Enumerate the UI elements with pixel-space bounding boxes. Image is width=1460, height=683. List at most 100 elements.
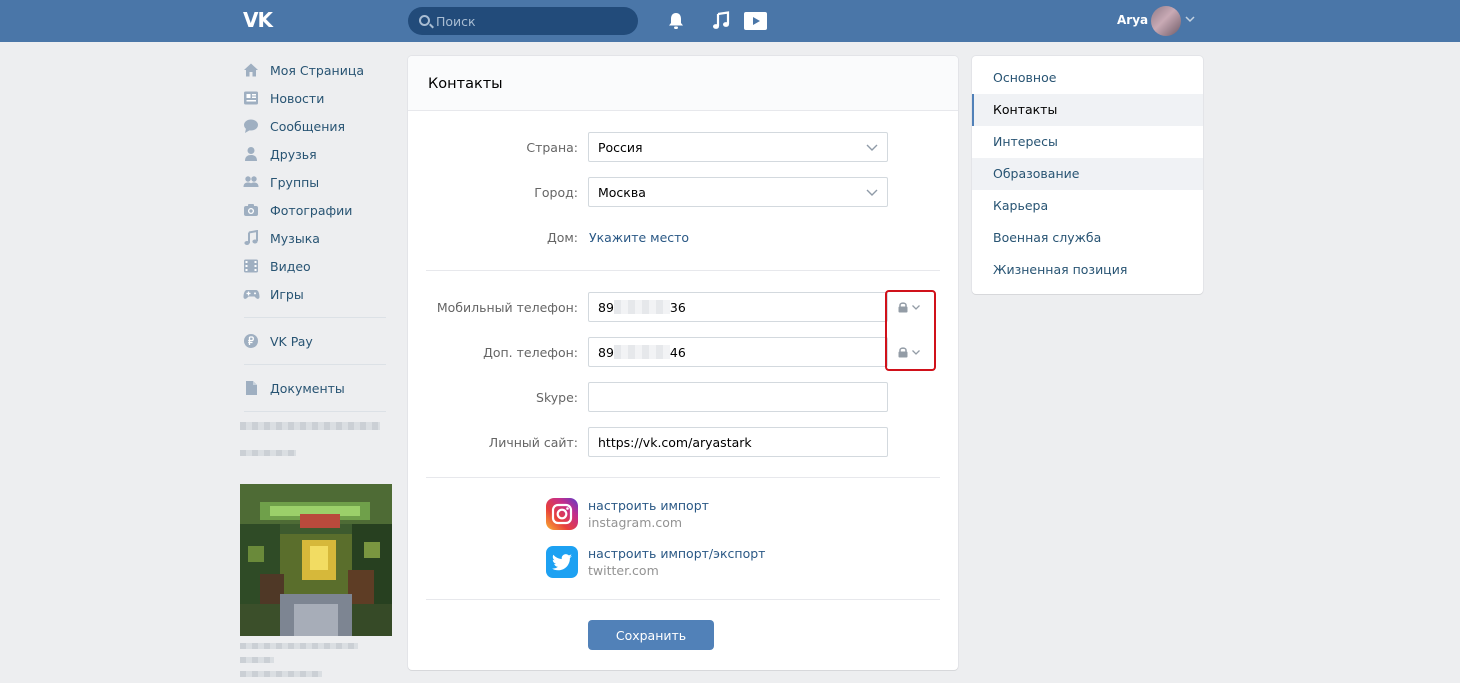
menu-item-basic[interactable]: Основное [972,62,1203,94]
sidebar-item-label: Музыка [270,230,320,246]
blurred-text [240,450,296,456]
card-header: Контакты [408,56,958,111]
sidebar-item-music[interactable]: Музыка [240,224,390,252]
mobile-phone-input[interactable]: 89 36 [588,292,888,322]
sidebar-item-label: Сообщения [270,118,346,134]
sidebar-item-vkpay[interactable]: VK Pay [240,327,390,355]
top-header: VK Arya [0,0,1460,42]
sidebar-item-games[interactable]: Игры [240,280,390,308]
section-divider [426,270,940,271]
blurred-text [240,643,358,649]
menu-item-interests[interactable]: Интересы [972,126,1203,158]
mobile-phone-prefix: 89 [598,300,614,315]
menu-item-life-position[interactable]: Жизненная позиция [972,254,1203,286]
music-icon[interactable] [711,11,731,31]
blurred-text [240,422,380,430]
sidebar-item-video[interactable]: Видео [240,252,390,280]
left-sidebar: Моя Страница Новости Сообщения Друзья Гр… [240,56,390,456]
site-input[interactable]: https://vk.com/aryastark [588,427,888,457]
city-select[interactable]: Москва [588,177,888,207]
sidebar-item-label: Группы [270,174,320,190]
search-box[interactable] [408,7,638,35]
camera-icon [242,201,260,219]
search-input[interactable] [436,7,626,35]
section-divider [426,477,940,478]
menu-item-contacts[interactable]: Контакты [972,94,1203,126]
save-button[interactable]: Сохранить [588,620,714,650]
menu-item-education[interactable]: Образование [972,158,1203,190]
masked-digits [613,345,670,359]
blurred-promo-image[interactable] [240,484,392,636]
user-name[interactable]: Arya [1117,13,1148,27]
sidebar-item-label: VK Pay [270,333,313,349]
ruble-icon [242,332,260,350]
settings-menu: Основное Контакты Интересы Образование К… [972,56,1203,294]
site-value: https://vk.com/aryastark [598,435,752,450]
sidebar-item-label: Игры [270,286,304,302]
city-value: Москва [598,185,646,200]
sidebar-divider [244,317,386,318]
highlight-annotation-box [885,290,936,371]
sidebar-item-documents[interactable]: Документы [240,374,390,402]
country-label: Страна: [526,140,578,155]
sidebar-divider [244,411,386,412]
home-row: Дом: Укажите место [408,222,958,252]
instagram-domain: instagram.com [588,515,683,530]
skype-label: Skype: [536,390,578,405]
blurred-text [240,657,274,663]
messages-icon [242,117,260,135]
sidebar-item-friends[interactable]: Друзья [240,140,390,168]
skype-input[interactable] [588,382,888,412]
instagram-icon [546,498,578,530]
extra-phone-label: Доп. телефон: [483,345,578,360]
city-label: Город: [534,185,578,200]
extra-phone-input[interactable]: 89 46 [588,337,888,367]
chevron-down-icon [866,144,878,151]
twitter-domain: twitter.com [588,563,659,578]
extra-phone-suffix: 46 [669,345,686,360]
country-value: Россия [598,140,643,155]
document-icon [242,379,260,397]
sidebar-item-photos[interactable]: Фотографии [240,196,390,224]
masked-digits [613,300,670,314]
sidebar-item-label: Фотографии [270,202,353,218]
vk-logo[interactable]: VK [243,9,277,31]
sidebar-item-label: Документы [270,380,345,396]
bell-icon[interactable] [666,11,686,31]
extra-phone-row: Доп. телефон: 89 46 [408,337,958,367]
sidebar-item-my-page[interactable]: Моя Страница [240,56,390,84]
sidebar-item-messages[interactable]: Сообщения [240,112,390,140]
twitter-icon [546,546,578,578]
home-place-link[interactable]: Укажите место [589,230,689,245]
mobile-phone-suffix: 36 [669,300,686,315]
mobile-phone-row: Мобильный телефон: 89 36 [408,292,958,322]
news-icon [242,89,260,107]
menu-item-career[interactable]: Карьера [972,190,1203,222]
instagram-import-link[interactable]: настроить импорт [588,498,709,513]
chevron-down-icon [866,189,878,196]
twitter-import-export-link[interactable]: настроить импорт/экспорт [588,546,765,561]
user-avatar[interactable] [1151,6,1181,36]
groups-icon [242,173,260,191]
chevron-down-icon[interactable] [1185,14,1195,24]
mobile-phone-label: Мобильный телефон: [436,300,578,315]
home-icon [242,61,260,79]
page-title: Контакты [428,76,503,92]
sidebar-item-news[interactable]: Новости [240,84,390,112]
country-row: Страна: Россия [408,132,958,162]
video-player-icon[interactable] [744,11,767,31]
country-select[interactable]: Россия [588,132,888,162]
friends-icon [242,145,260,163]
blurred-text [240,671,322,677]
sidebar-item-label: Друзья [270,146,317,162]
contacts-card: Контакты Страна: Россия Город: Москва До… [408,56,958,670]
sidebar-item-groups[interactable]: Группы [240,168,390,196]
sidebar-divider [244,364,386,365]
skype-row: Skype: [408,382,958,412]
gamepad-icon [242,285,260,303]
video-icon [242,257,260,275]
extra-phone-prefix: 89 [598,345,614,360]
site-row: Личный сайт: https://vk.com/aryastark [408,427,958,457]
menu-item-military[interactable]: Военная служба [972,222,1203,254]
music-icon [242,229,260,247]
